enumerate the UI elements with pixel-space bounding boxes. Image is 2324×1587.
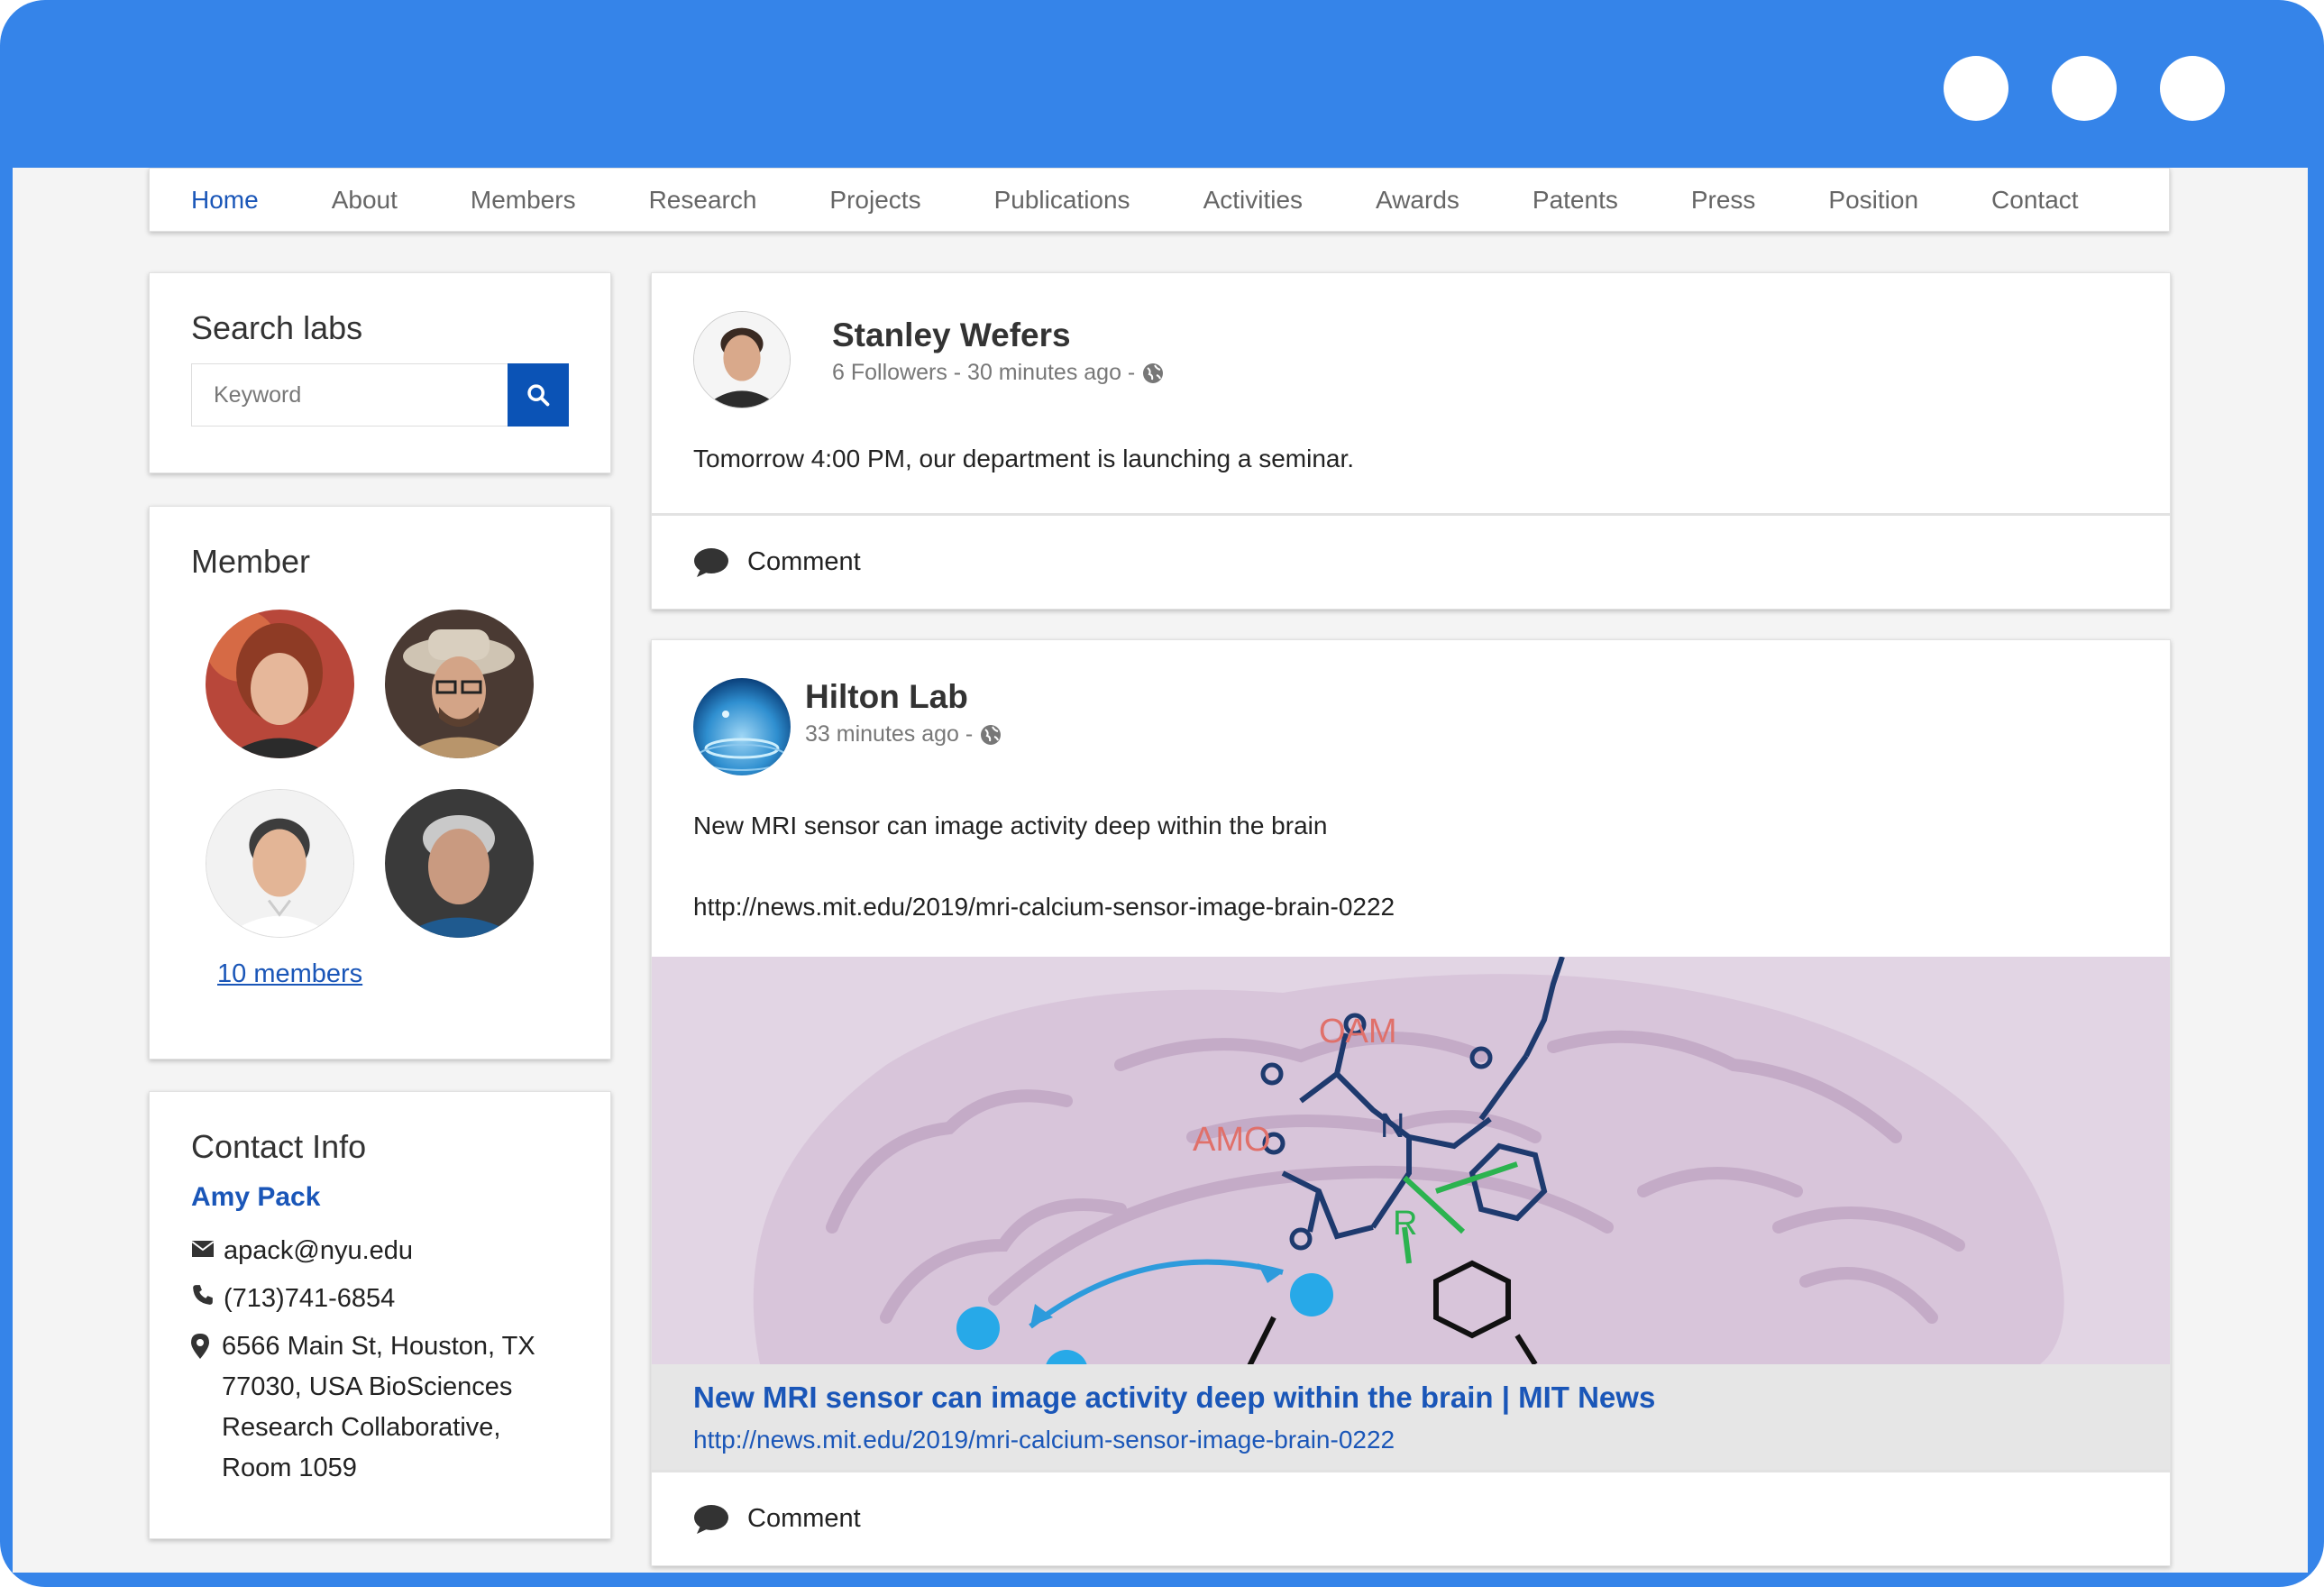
globe-icon [981,724,1002,745]
search-input[interactable] [191,363,508,427]
nav-about[interactable]: About [332,186,398,215]
contact-title: Contact Info [191,1128,367,1165]
search-button[interactable] [508,363,569,427]
post-text: New MRI sensor can image activity deep w… [693,812,1328,839]
feed-post: Stanley Wefers 6 Followers - 30 minutes … [651,272,2171,610]
feed-post: Hilton Lab 33 minutes ago - New MRI sens… [651,639,2171,1566]
post-url[interactable]: http://news.mit.edu/2019/mri-calcium-sen… [693,893,1395,922]
post-text: Tomorrow 4:00 PM, our department is laun… [693,445,1355,472]
page-viewport: Home About Members Research Projects Pub… [13,168,2308,1573]
nav-publications[interactable]: Publications [994,186,1130,215]
search-row [191,363,569,427]
post-header: Hilton Lab 33 minutes ago - [693,678,1002,775]
top-navbar: Home About Members Research Projects Pub… [149,168,2170,232]
preview-title-link[interactable]: New MRI sensor can image activity deep w… [693,1381,1655,1415]
comment-button[interactable]: Comment [747,547,861,577]
window-dot-1[interactable] [1944,56,2008,121]
lab-avatar[interactable] [693,678,791,775]
post-author[interactable]: Stanley Wefers [832,316,1164,354]
contact-name-link[interactable]: Amy Pack [191,1182,569,1213]
post-meta-text: 6 Followers - 30 minutes ago - [832,360,1136,385]
member-title: Member [191,543,311,580]
nav-members[interactable]: Members [471,186,576,215]
nav-position[interactable]: Position [1828,186,1918,215]
preview-label-r: R [1393,1205,1417,1243]
browser-frame: Home About Members Research Projects Pub… [0,0,2324,1587]
contact-phone-row: (713)741-6854 [191,1279,569,1319]
post-footer: Comment [652,513,2170,609]
map-marker-icon [191,1326,222,1366]
member-avatar-3[interactable] [206,789,354,938]
members-count-link[interactable]: 10 members [217,959,362,989]
nav-contact[interactable]: Contact [1991,186,2079,215]
nav-press[interactable]: Press [1691,186,1756,215]
contact-email[interactable]: apack@nyu.edu [224,1231,413,1271]
preview-url-link[interactable]: http://news.mit.edu/2019/mri-calcium-sen… [693,1426,1395,1454]
member-avatar-4[interactable] [385,789,534,938]
search-icon [527,384,550,407]
nav-projects[interactable]: Projects [829,186,920,215]
member-card: Member 10 members [149,506,611,1060]
envelope-icon [191,1231,224,1265]
comment-button[interactable]: Comment [747,1504,861,1534]
post-header: Stanley Wefers 6 Followers - 30 minutes … [693,311,1164,408]
phone-icon [191,1279,224,1314]
nav-research[interactable]: Research [649,186,757,215]
preview-label-oam: OAM [1319,1013,1397,1050]
contact-card: Contact Info Amy Pack apack@nyu.edu (713… [149,1091,611,1539]
preview-label-n: N [1380,1107,1404,1145]
window-dot-3[interactable] [2160,56,2225,121]
nav-home[interactable]: Home [191,186,259,215]
member-grid [206,610,569,938]
nav-activities[interactable]: Activities [1203,186,1303,215]
contact-address-row: 6566 Main St, Houston, TX 77030, USA Bio… [191,1326,569,1489]
search-title: Search labs [191,309,363,346]
globe-icon [1143,362,1164,383]
window-controls [1944,56,2225,121]
contact-address: 6566 Main St, Houston, TX 77030, USA Bio… [222,1332,535,1482]
member-avatar-2[interactable] [385,610,534,758]
post-meta: 6 Followers - 30 minutes ago - [832,360,1164,386]
link-preview[interactable]: OAM AMO N R New MRI sensor can image act… [652,957,2170,1472]
contact-email-row: apack@nyu.edu [191,1231,569,1271]
nav-awards[interactable]: Awards [1376,186,1459,215]
contact-phone[interactable]: (713)741-6854 [224,1279,395,1319]
post-meta: 33 minutes ago - [805,721,1002,748]
post-footer: Comment [652,1470,2170,1565]
author-avatar[interactable] [693,311,791,408]
preview-image[interactable]: OAM AMO N R [652,957,2170,1364]
post-author[interactable]: Hilton Lab [805,678,1002,716]
preview-label-amo: AMO [1193,1121,1271,1159]
window-dot-2[interactable] [2052,56,2117,121]
search-card: Search labs [149,272,611,473]
member-avatar-1[interactable] [206,610,354,758]
post-meta-text: 33 minutes ago - [805,721,974,747]
comment-icon[interactable] [693,1504,729,1535]
comment-icon[interactable] [693,547,729,578]
nav-patents[interactable]: Patents [1533,186,1618,215]
